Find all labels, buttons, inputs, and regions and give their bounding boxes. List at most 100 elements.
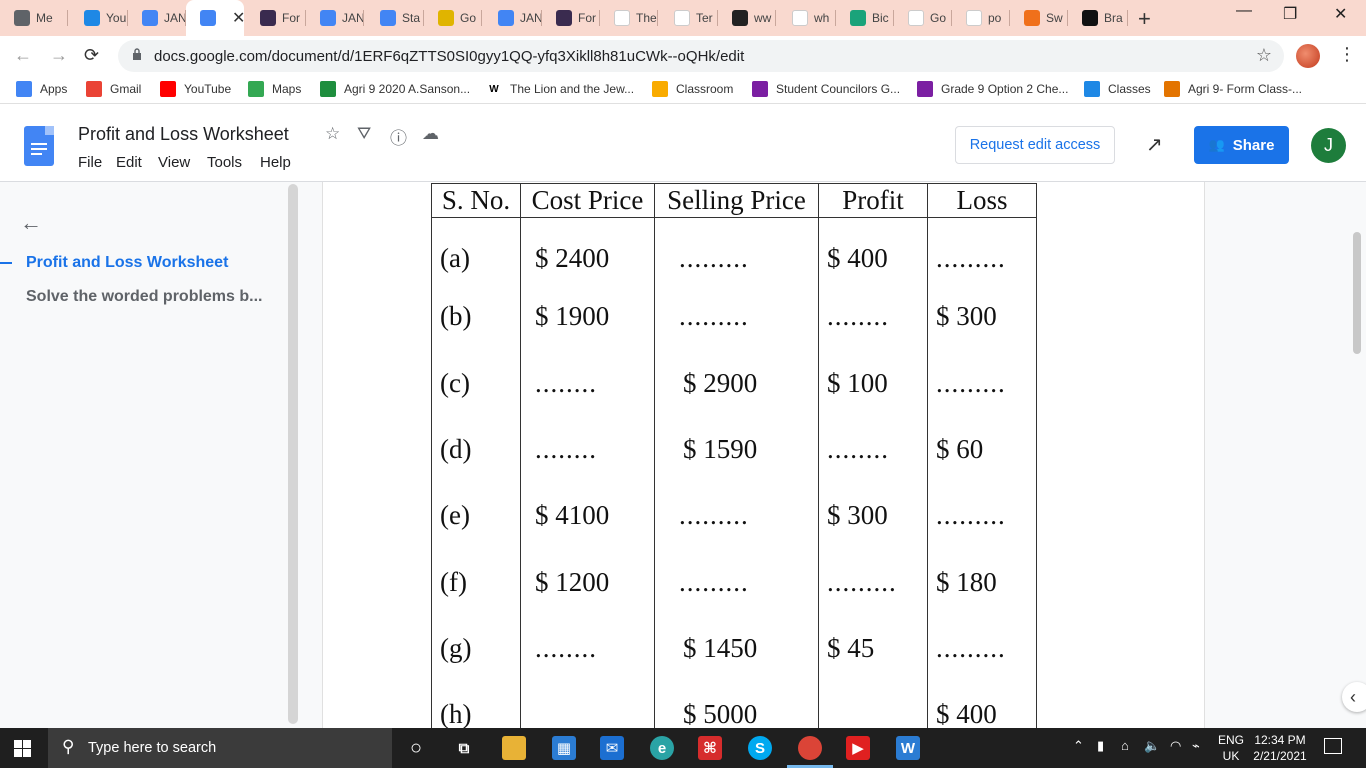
browser-tab[interactable]: Bic (836, 0, 894, 36)
store-icon[interactable]: ▦ (552, 736, 576, 760)
forward-icon[interactable]: → (50, 45, 68, 66)
bookmark-item[interactable]: Apps (16, 81, 67, 97)
back-icon[interactable]: ← (14, 45, 32, 66)
bookmark-item[interactable]: Classroom (652, 81, 733, 97)
table-header-cell: Selling Price (654, 183, 819, 218)
bookmark-item[interactable]: Classes (1084, 81, 1151, 97)
menu-help[interactable]: Help (260, 154, 291, 171)
profile-avatar[interactable] (1296, 44, 1320, 68)
battery-icon[interactable]: ▮ (1097, 738, 1104, 754)
tab-label: For (578, 11, 596, 25)
browser-tab[interactable]: You (70, 0, 128, 36)
device-icon[interactable]: ⌂ (1121, 738, 1129, 753)
table-row: (a) $ 2400......... $ 400......... (431, 217, 1037, 284)
activity-trend-icon[interactable]: ↗ (1146, 132, 1163, 157)
bookmark-item[interactable]: W The Lion and the Jew... (486, 81, 634, 97)
menu-file[interactable]: File (78, 154, 102, 171)
tab-label: Sw (1046, 11, 1063, 25)
tab-label: Bra (1104, 11, 1123, 25)
outline-scrollbar[interactable] (288, 184, 298, 724)
reload-icon[interactable]: ⟳ (84, 45, 99, 66)
tray-overflow-icon[interactable]: ⌃ (1073, 738, 1084, 754)
request-edit-access-button[interactable]: Request edit access (955, 126, 1115, 164)
browser-tab[interactable]: Ter (660, 0, 718, 36)
power-icon[interactable]: ⌁ (1192, 738, 1200, 754)
account-avatar[interactable]: J (1311, 128, 1346, 163)
browser-tab[interactable]: ww (718, 0, 776, 36)
info-icon[interactable]: ⓘ (390, 124, 407, 149)
browser-tab[interactable]: wh (778, 0, 836, 36)
drive-move-icon[interactable]: ⛛ (357, 124, 371, 144)
task-view-icon[interactable]: ⧉ (452, 736, 476, 760)
bookmark-star-icon[interactable]: ☆ (1256, 45, 1272, 66)
table-header-cell: S. No. (431, 183, 521, 218)
google-icon (792, 10, 808, 26)
tab-label: JAN (342, 11, 364, 25)
outline-back-icon[interactable]: ← (20, 210, 42, 236)
bookmark-item[interactable]: Agri 9- Form Class-... (1164, 81, 1302, 97)
docs-logo-icon[interactable] (24, 126, 54, 166)
browser-tab[interactable]: ✕ (186, 0, 244, 36)
notification-icon[interactable] (1324, 738, 1342, 754)
lang-code: ENG (1218, 733, 1245, 747)
share-button[interactable]: 👥 Share (1194, 126, 1289, 164)
bookmark-item[interactable]: Student Councilors G... (752, 81, 900, 97)
browser-tab[interactable]: For (246, 0, 306, 36)
close-window-icon[interactable]: ✕ (1334, 4, 1347, 24)
wifi-icon[interactable]: ◠ (1170, 738, 1181, 754)
browser-tab[interactable]: The (600, 0, 658, 36)
minimize-icon[interactable]: — (1236, 2, 1252, 20)
outline-heading[interactable]: Profit and Loss Worksheet (26, 254, 228, 272)
bookmark-item[interactable]: YouTube (160, 81, 231, 97)
page-scrollbar[interactable] (1353, 232, 1361, 354)
mail-icon[interactable]: ✉ (600, 736, 624, 760)
document-title[interactable]: Profit and Loss Worksheet (78, 124, 289, 145)
browser-tab[interactable]: JAN (306, 0, 364, 36)
browser-tab[interactable]: Go (424, 0, 482, 36)
skype-icon[interactable]: S (748, 736, 772, 760)
gift-icon[interactable]: ⌘ (698, 736, 722, 760)
bookmark-item[interactable]: Gmail (86, 81, 141, 97)
table-cell: $ 300 (927, 283, 1037, 351)
quizlet-icon (556, 10, 572, 26)
browser-tab[interactable]: Sw (1010, 0, 1068, 36)
browser-tab[interactable]: po (952, 0, 1010, 36)
bookmark-item[interactable]: Maps (248, 81, 301, 97)
clock[interactable]: 12:34 PM 2/21/2021 (1250, 732, 1310, 764)
browser-tab[interactable]: JAN (128, 0, 186, 36)
restore-icon[interactable]: ❐ (1283, 4, 1297, 24)
browser-tab[interactable]: Go (894, 0, 952, 36)
word-icon[interactable]: W (896, 736, 920, 760)
browser-tab[interactable]: Sta (366, 0, 424, 36)
browser-tab[interactable]: JAN (484, 0, 542, 36)
menu-edit[interactable]: Edit (116, 154, 142, 171)
browser-tab[interactable]: Me (0, 0, 68, 36)
menu-view[interactable]: View (158, 154, 190, 171)
chrome-icon[interactable] (798, 736, 822, 760)
side-panel-toggle-icon[interactable]: ‹ (1342, 682, 1366, 712)
table-cell: $ 1200 (520, 548, 655, 616)
bookmark-item[interactable]: Grade 9 Option 2 Che... (917, 81, 1068, 97)
browser-tab[interactable]: For (542, 0, 600, 36)
cortana-icon[interactable]: ○ (404, 736, 428, 760)
menu-tools[interactable]: Tools (207, 154, 242, 171)
table-cell: ........ (520, 350, 655, 417)
address-bar[interactable]: docs.google.com/document/d/1ERF6qZTTS0SI… (118, 40, 1284, 72)
edge-icon[interactable]: e (650, 736, 674, 760)
table-cell: (c) (431, 350, 521, 417)
new-tab-button[interactable]: + (1138, 6, 1151, 32)
taskbar-search[interactable]: ⚲ Type here to search (48, 728, 392, 768)
video-app-icon[interactable]: ▶ (846, 736, 870, 760)
outline-subheading[interactable]: Solve the worded problems b... (26, 288, 262, 306)
file-explorer-icon[interactable] (502, 736, 526, 760)
language-indicator[interactable]: ENG UK (1218, 732, 1244, 764)
bookmark-item[interactable]: Agri 9 2020 A.Sanson... (320, 81, 470, 97)
table-cell: $ 2400 (520, 217, 655, 284)
browser-menu-icon[interactable]: ⋮ (1338, 44, 1356, 65)
volume-icon[interactable]: 🔈 (1144, 738, 1160, 754)
windows-start-icon[interactable] (14, 740, 31, 757)
browser-tab[interactable]: Bra (1068, 0, 1128, 36)
table-cell: $ 1900 (520, 283, 655, 351)
star-icon[interactable]: ☆ (325, 124, 340, 144)
tab-close-icon[interactable]: ✕ (232, 8, 244, 28)
